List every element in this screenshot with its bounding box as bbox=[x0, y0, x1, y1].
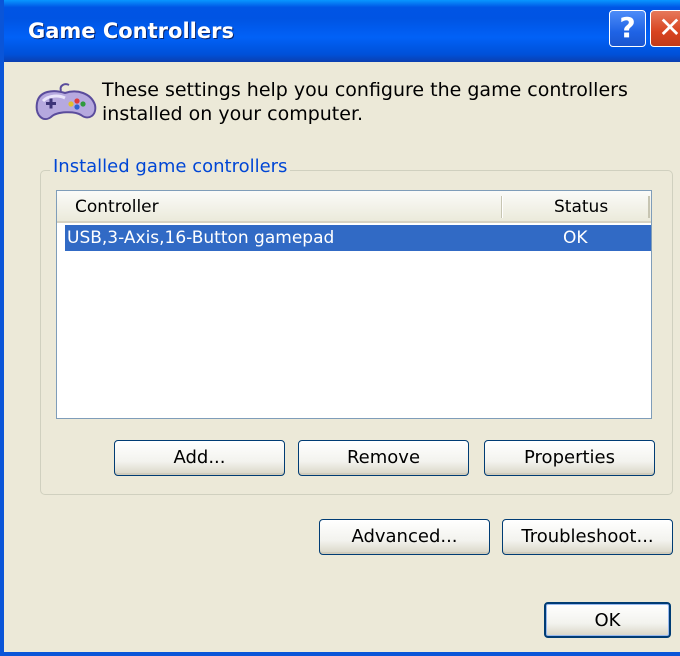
column-header-controller[interactable]: Controller bbox=[75, 191, 159, 221]
close-icon: ✕ bbox=[658, 11, 680, 44]
column-header-status[interactable]: Status bbox=[554, 191, 608, 221]
help-button[interactable]: ? bbox=[609, 10, 646, 47]
intro-text: These settings help you configure the ga… bbox=[102, 79, 628, 125]
controller-status: OK bbox=[563, 228, 588, 248]
title-bar[interactable]: Game Controllers ? ✕ bbox=[4, 0, 680, 62]
group-label: Installed game controllers bbox=[50, 156, 291, 177]
column-divider[interactable] bbox=[648, 196, 650, 218]
advanced-button[interactable]: Advanced... bbox=[319, 519, 490, 555]
ok-button[interactable]: OK bbox=[544, 602, 671, 638]
properties-button[interactable]: Properties bbox=[484, 440, 655, 476]
help-icon: ? bbox=[619, 11, 636, 44]
close-button[interactable]: ✕ bbox=[650, 10, 680, 47]
window-border bbox=[4, 652, 680, 656]
add-button[interactable]: Add... bbox=[114, 440, 285, 476]
column-divider[interactable] bbox=[501, 196, 503, 218]
controllers-list[interactable]: Controller Status USB,3-Axis,16-Button g… bbox=[56, 190, 652, 419]
gamepad-icon bbox=[35, 83, 97, 121]
game-controllers-dialog: Game Controllers ? ✕ These settings help… bbox=[0, 0, 680, 656]
controller-name: USB,3-Axis,16-Button gamepad bbox=[67, 228, 335, 248]
remove-button[interactable]: Remove bbox=[298, 440, 469, 476]
list-header: Controller Status bbox=[57, 191, 651, 223]
window-title: Game Controllers bbox=[28, 19, 234, 43]
troubleshoot-button[interactable]: Troubleshoot... bbox=[502, 519, 673, 555]
list-item[interactable]: USB,3-Axis,16-Button gamepad OK bbox=[65, 225, 651, 251]
